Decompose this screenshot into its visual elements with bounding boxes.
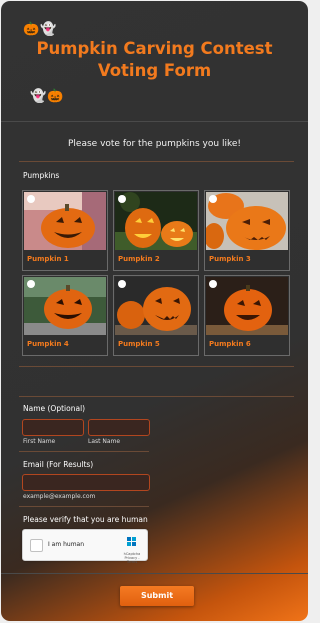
pumpkin-option-1[interactable]: Pumpkin 1 bbox=[22, 190, 108, 271]
last-name-sublabel: Last Name bbox=[88, 438, 121, 445]
email-input[interactable] bbox=[22, 474, 150, 491]
first-name-sublabel: First Name bbox=[23, 438, 56, 445]
pumpkin-photo bbox=[206, 277, 288, 335]
divider bbox=[19, 506, 149, 507]
captcha-text: I am human bbox=[48, 541, 85, 548]
pumpkin-radio[interactable] bbox=[209, 195, 217, 203]
pumpkin-photo bbox=[24, 277, 106, 335]
divider bbox=[19, 366, 294, 367]
form-card: 🎃👻 Pumpkin Carving Contest Voting Form 👻… bbox=[1, 1, 308, 621]
divider bbox=[19, 396, 294, 397]
pumpkin-option-4[interactable]: Pumpkin 4 bbox=[22, 275, 108, 356]
verify-label: Please verify that you are human bbox=[23, 515, 148, 524]
pumpkin-radio[interactable] bbox=[27, 195, 35, 203]
submit-button[interactable]: Submit bbox=[120, 586, 194, 606]
divider bbox=[1, 573, 308, 574]
pumpkins-label: Pumpkins bbox=[23, 171, 60, 180]
divider bbox=[19, 161, 294, 162]
pumpkin-radio[interactable] bbox=[118, 195, 126, 203]
hcaptcha-logo: hCaptcha Privacy - Terms bbox=[121, 533, 143, 564]
last-name-input[interactable] bbox=[88, 419, 150, 436]
pumpkin-option-5[interactable]: Pumpkin 5 bbox=[113, 275, 199, 356]
divider bbox=[19, 451, 149, 452]
email-sublabel: example@example.com bbox=[23, 493, 96, 500]
pumpkin-name: Pumpkin 2 bbox=[118, 255, 160, 263]
pumpkin-photo bbox=[206, 192, 288, 250]
pumpkin-option-3[interactable]: Pumpkin 3 bbox=[204, 190, 290, 271]
name-label: Name (Optional) bbox=[23, 404, 86, 413]
captcha-checkbox[interactable] bbox=[30, 539, 43, 552]
first-name-input[interactable] bbox=[22, 419, 84, 436]
pumpkin-photo bbox=[115, 277, 197, 335]
pumpkin-radio[interactable] bbox=[27, 280, 35, 288]
pumpkin-name: Pumpkin 4 bbox=[27, 340, 69, 348]
hcaptcha-widget[interactable]: I am human hCaptcha Privacy - Terms bbox=[22, 529, 148, 564]
form-subtitle: Please vote for the pumpkins you like! bbox=[68, 139, 241, 149]
pumpkin-radio[interactable] bbox=[209, 280, 217, 288]
form-title: Pumpkin Carving Contest Voting Form bbox=[36, 39, 273, 80]
hcaptcha-icon bbox=[127, 537, 136, 546]
captcha-links[interactable]: Privacy - Terms bbox=[121, 556, 143, 564]
ghost-pumpkin-icon: 👻🎃 bbox=[30, 89, 65, 104]
pumpkin-radio[interactable] bbox=[118, 280, 126, 288]
email-label: Email (For Results) bbox=[23, 460, 94, 469]
pumpkin-option-6[interactable]: Pumpkin 6 bbox=[204, 275, 290, 356]
pumpkin-name: Pumpkin 5 bbox=[118, 340, 160, 348]
pumpkin-name: Pumpkin 3 bbox=[209, 255, 251, 263]
pumpkin-name: Pumpkin 1 bbox=[27, 255, 69, 263]
pumpkin-photo bbox=[115, 192, 197, 250]
form-header: 🎃👻 Pumpkin Carving Contest Voting Form 👻… bbox=[1, 1, 308, 122]
pumpkin-ghost-icon: 🎃👻 bbox=[23, 22, 58, 37]
pumpkin-option-2[interactable]: Pumpkin 2 bbox=[113, 190, 199, 271]
pumpkin-photo bbox=[24, 192, 106, 250]
pumpkin-name: Pumpkin 6 bbox=[209, 340, 251, 348]
